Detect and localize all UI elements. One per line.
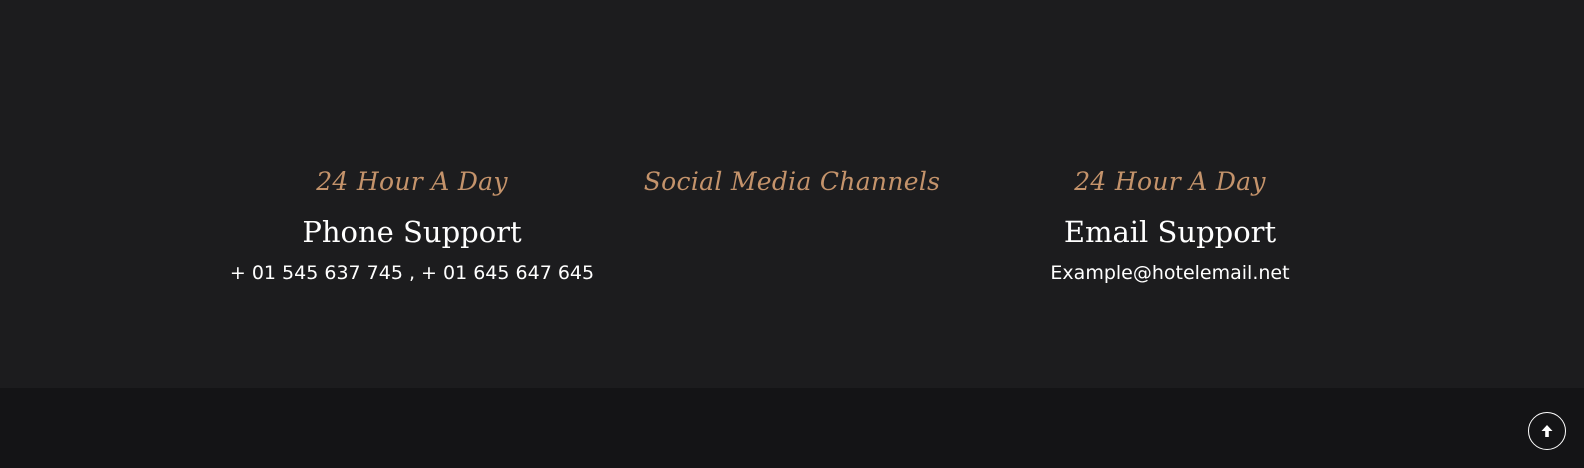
- scroll-to-top-button[interactable]: [1528, 412, 1566, 450]
- phone-tagline: 24 Hour A Day: [316, 167, 508, 196]
- email-support-heading: Email Support: [1063, 215, 1277, 249]
- social-media-tagline: Social Media Channels: [643, 167, 941, 196]
- social-media-block: Social Media Channels: [572, 160, 1012, 204]
- email-support-block: 24 Hour A Day Email Support Example@hote…: [950, 160, 1390, 288]
- email-address[interactable]: Example@hotelemail.net: [950, 258, 1390, 288]
- contact-section: 24 Hour A Day Phone Support + 01 545 637…: [0, 0, 1584, 388]
- arrow-up-icon: [1541, 425, 1553, 437]
- footer-bar: [0, 388, 1584, 468]
- email-tagline: 24 Hour A Day: [1074, 167, 1266, 196]
- phone-numbers: + 01 545 637 745 , + 01 645 647 645: [229, 262, 595, 284]
- phone-support-block: 24 Hour A Day Phone Support + 01 545 637…: [192, 160, 632, 288]
- phone-support-heading: Phone Support: [302, 215, 522, 249]
